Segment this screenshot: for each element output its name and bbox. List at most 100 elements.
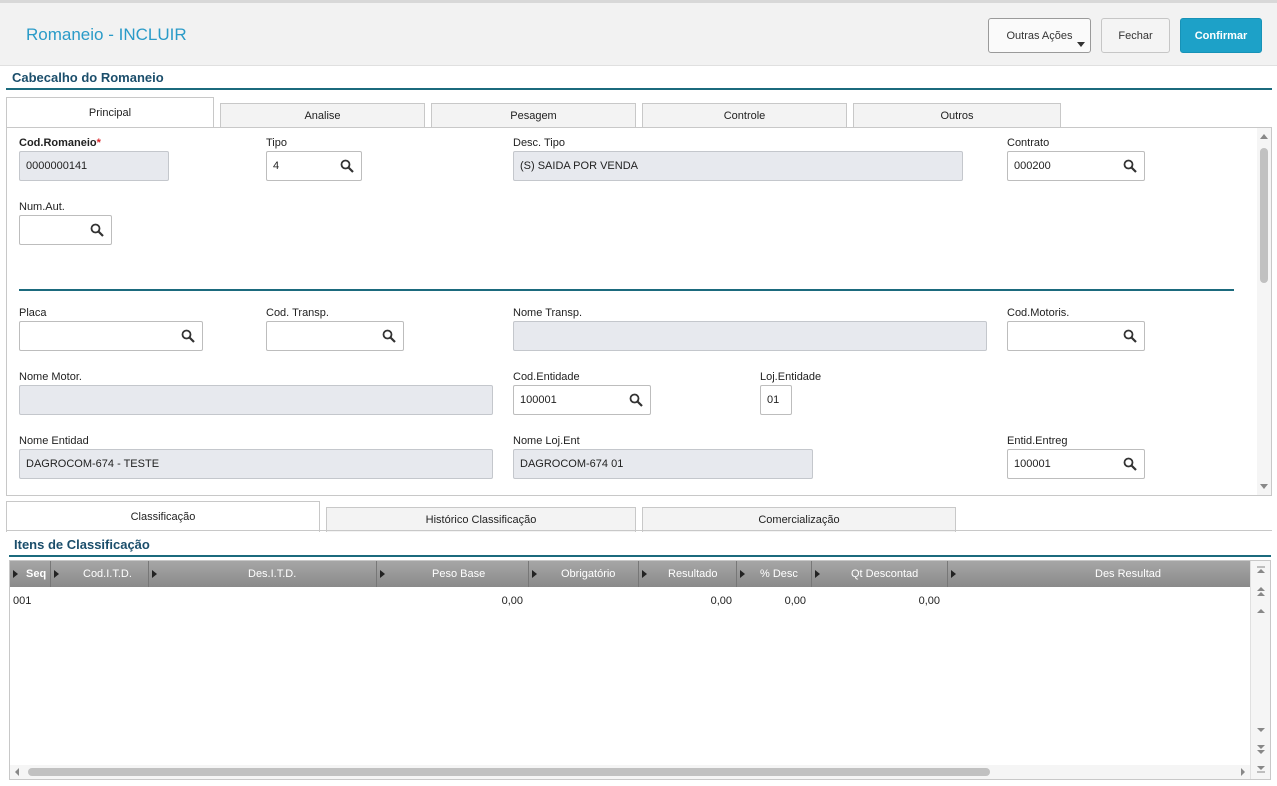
nome-transp-field[interactable] xyxy=(513,321,987,351)
scroll-down-icon[interactable] xyxy=(1255,724,1267,736)
scroll-down-icon[interactable] xyxy=(1260,484,1268,489)
num-aut-field[interactable] xyxy=(19,215,112,245)
search-icon[interactable] xyxy=(382,329,396,343)
cod-entidade-label: Cod.Entidade xyxy=(513,371,580,383)
grid-header: Seq Cod.I.T.D. Des.I.T.D. Peso Base Obri… xyxy=(10,561,1250,587)
tipo-label: Tipo xyxy=(266,137,287,149)
entid-entreg-value: 100001 xyxy=(1014,458,1051,470)
nome-motor-field[interactable] xyxy=(19,385,493,415)
cod-motoris-label: Cod.Motoris. xyxy=(1007,307,1070,319)
tab-label: Comercialização xyxy=(758,514,840,526)
column-label: Cod.I.T.D. xyxy=(83,568,132,580)
tab-label: Principal xyxy=(88,107,132,119)
nome-loj-ent-label: Nome Loj.Ent xyxy=(513,435,580,447)
tipo-field[interactable]: 4 xyxy=(266,151,362,181)
column-header-des-itd[interactable]: Des.I.T.D. xyxy=(149,561,377,587)
sort-arrow-icon xyxy=(815,570,820,578)
scroll-page-down-icon[interactable] xyxy=(1255,744,1267,756)
search-icon[interactable] xyxy=(181,329,195,343)
section-divider xyxy=(9,555,1271,557)
placa-field[interactable] xyxy=(19,321,203,351)
search-icon[interactable] xyxy=(629,393,643,407)
cell-pct-desc: 0,00 xyxy=(784,595,806,607)
nome-loj-ent-field[interactable]: DAGROCOM-674 01 xyxy=(513,449,813,479)
page-title: Romaneio - INCLUIR xyxy=(26,25,187,44)
scroll-page-up-icon[interactable] xyxy=(1255,585,1267,597)
outras-acoes-label: Outras Ações xyxy=(1006,29,1073,42)
column-label: Des Resultad xyxy=(1095,568,1162,580)
tab-pesagem[interactable]: Pesagem xyxy=(431,103,636,128)
tab-classificacao[interactable]: Classificação xyxy=(6,501,320,532)
scroll-right-icon[interactable] xyxy=(1239,768,1247,776)
cell-seq: 001 xyxy=(13,595,32,607)
cell-qt-descontad: 0,00 xyxy=(918,595,940,607)
tab-principal[interactable]: Principal xyxy=(6,97,214,128)
fechar-button[interactable]: Fechar xyxy=(1101,18,1170,53)
header-bar: Romaneio - INCLUIR Outras Ações Fechar C… xyxy=(0,0,1277,66)
nome-motor-label: Nome Motor. xyxy=(19,371,82,383)
cod-motoris-field[interactable] xyxy=(1007,321,1145,351)
cod-transp-field[interactable] xyxy=(266,321,404,351)
scroll-thumb[interactable] xyxy=(1260,148,1268,283)
sort-arrow-icon xyxy=(380,570,385,578)
sort-arrow-icon xyxy=(152,570,157,578)
placa-label: Placa xyxy=(19,307,47,319)
scroll-thumb[interactable] xyxy=(28,768,990,776)
outras-acoes-button[interactable]: Outras Ações xyxy=(988,18,1091,53)
tab-analise[interactable]: Analise xyxy=(220,103,425,128)
cell-peso-base: 0,00 xyxy=(501,595,523,607)
search-icon[interactable] xyxy=(90,223,104,237)
sort-arrow-icon xyxy=(740,570,745,578)
cod-romaneio-field[interactable]: 0000000141 xyxy=(19,151,169,181)
scroll-left-icon[interactable] xyxy=(13,768,21,776)
chevron-down-icon xyxy=(1077,42,1085,47)
search-icon[interactable] xyxy=(1123,329,1137,343)
confirmar-button[interactable]: Confirmar xyxy=(1180,18,1262,53)
search-icon[interactable] xyxy=(1123,457,1137,471)
panel-scrollbar[interactable] xyxy=(1257,128,1271,495)
cell-resultado: 0,00 xyxy=(710,595,732,607)
tab-label: Outros xyxy=(940,110,974,122)
sort-arrow-icon xyxy=(951,570,956,578)
tab-controle[interactable]: Controle xyxy=(642,103,847,128)
column-header-resultado[interactable]: Resultado xyxy=(639,561,737,587)
column-label: Resultado xyxy=(668,568,718,580)
scroll-up-icon[interactable] xyxy=(1260,134,1268,139)
sort-arrow-icon xyxy=(13,570,18,578)
scroll-up-icon[interactable] xyxy=(1255,605,1267,617)
itens-classificacao-grid: Seq Cod.I.T.D. Des.I.T.D. Peso Base Obri… xyxy=(9,560,1271,780)
search-icon[interactable] xyxy=(340,159,354,173)
column-header-peso-base[interactable]: Peso Base xyxy=(377,561,529,587)
scroll-bottom-icon[interactable] xyxy=(1255,762,1267,774)
scroll-top-icon[interactable] xyxy=(1255,565,1267,577)
column-header-des-resultad[interactable]: Des Resultad xyxy=(948,561,1250,587)
desc-tipo-field[interactable]: (S) SAIDA POR VENDA xyxy=(513,151,963,181)
loj-entidade-field[interactable]: 01 xyxy=(760,385,792,415)
column-label: Qt Descontad xyxy=(851,568,919,580)
search-icon[interactable] xyxy=(1123,159,1137,173)
grid-horizontal-scrollbar[interactable] xyxy=(10,765,1250,779)
sort-arrow-icon xyxy=(532,570,537,578)
contrato-field[interactable]: 000200 xyxy=(1007,151,1145,181)
tab-comercializacao[interactable]: Comercialização xyxy=(642,507,956,532)
grid-vertical-scrollbar[interactable] xyxy=(1250,561,1270,779)
column-header-obrigatorio[interactable]: Obrigatório xyxy=(529,561,639,587)
entid-entreg-field[interactable]: 100001 xyxy=(1007,449,1145,479)
confirmar-label: Confirmar xyxy=(1194,29,1248,42)
tab-outros[interactable]: Outros xyxy=(853,103,1061,128)
column-label: Peso Base xyxy=(432,568,486,580)
tab-label: Analise xyxy=(304,110,341,122)
desc-tipo-label: Desc. Tipo xyxy=(513,137,565,149)
column-label: Seq xyxy=(26,568,47,580)
column-header-seq[interactable]: Seq xyxy=(10,561,51,587)
column-header-cod-itd[interactable]: Cod.I.T.D. xyxy=(51,561,149,587)
tab-historico-classificacao[interactable]: Histórico Classificação xyxy=(326,507,636,532)
tipo-value: 4 xyxy=(273,160,280,172)
cod-entidade-field[interactable]: 100001 xyxy=(513,385,651,415)
num-aut-label: Num.Aut. xyxy=(19,201,65,213)
nome-entidad-field[interactable]: DAGROCOM-674 - TESTE xyxy=(19,449,493,479)
tab-label: Histórico Classificação xyxy=(425,514,537,526)
sort-arrow-icon xyxy=(642,570,647,578)
column-header-pct-desc[interactable]: % Desc xyxy=(737,561,812,587)
column-header-qt-descontad[interactable]: Qt Descontad xyxy=(812,561,948,587)
